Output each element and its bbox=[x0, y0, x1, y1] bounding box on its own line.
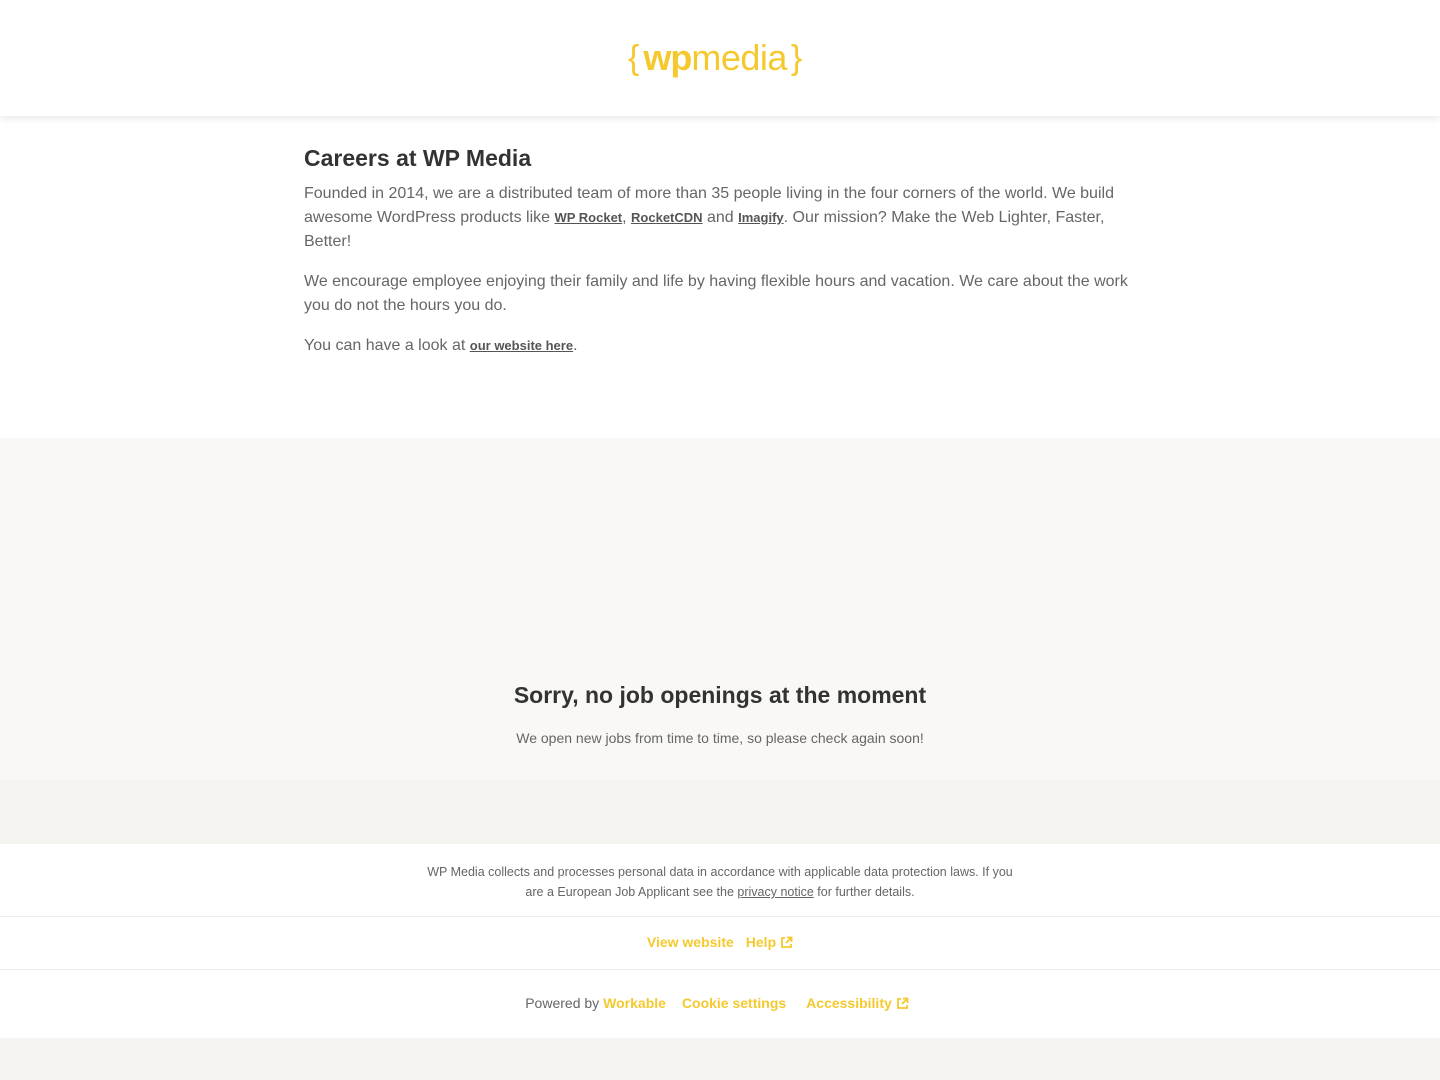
no-jobs-subtitle: We open new jobs from time to time, so p… bbox=[516, 730, 924, 746]
intro-paragraph-website: You can have a look at our website here. bbox=[304, 334, 1136, 358]
footer-divider-top bbox=[0, 916, 1440, 917]
help-link[interactable]: Help bbox=[746, 934, 793, 950]
imagify-link[interactable]: Imagify bbox=[738, 210, 784, 225]
intro-separator-comma: , bbox=[622, 209, 632, 226]
footer-divider-bottom bbox=[0, 969, 1440, 970]
intro-paragraph-founded: Founded in 2014, we are a distributed te… bbox=[304, 182, 1136, 254]
cookie-settings-link[interactable]: Cookie settings bbox=[682, 995, 786, 1011]
job-openings-section: Sorry, no job openings at the moment We … bbox=[0, 438, 1440, 780]
accessibility-link[interactable]: Accessibility bbox=[806, 995, 909, 1011]
intro-separator-and: and bbox=[702, 209, 739, 226]
footer-links-primary: View website Help bbox=[0, 934, 1440, 950]
our-website-link[interactable]: our website here bbox=[470, 338, 573, 353]
privacy-text-end: for further details. bbox=[813, 885, 915, 899]
wp-rocket-link[interactable]: WP Rocket bbox=[554, 210, 622, 225]
no-jobs-title: Sorry, no job openings at the moment bbox=[513, 682, 927, 708]
wp-media-logo[interactable]: { wp media } bbox=[628, 38, 802, 78]
page-header: { wp media } bbox=[0, 0, 1440, 116]
logo-wp-text: wp bbox=[643, 37, 692, 78]
logo-right-brace: } bbox=[790, 39, 803, 77]
page-bottom-band bbox=[0, 1038, 1440, 1080]
rocketcdn-link[interactable]: RocketCDN bbox=[631, 210, 703, 225]
privacy-statement: WP Media collects and processes personal… bbox=[420, 862, 1020, 902]
privacy-text: WP Media collects and processes personal… bbox=[427, 865, 1013, 899]
privacy-notice-link[interactable]: privacy notice bbox=[737, 885, 813, 899]
logo-left-brace: { bbox=[628, 39, 640, 77]
intro-content: Careers at WP Media Founded in 2014, we … bbox=[304, 144, 1136, 374]
powered-by-label: Powered by bbox=[525, 995, 600, 1011]
intro-p3-period: . bbox=[573, 337, 578, 354]
external-link-icon bbox=[781, 936, 793, 948]
view-website-link[interactable]: View website bbox=[647, 934, 734, 950]
page-footer: WP Media collects and processes personal… bbox=[0, 844, 1440, 1038]
company-intro-section: Careers at WP Media Founded in 2014, we … bbox=[0, 116, 1440, 438]
footer-links-secondary: Powered by Workable Cookie settings Accessi… bbox=[0, 995, 1440, 1011]
page-title: Careers at WP Media bbox=[304, 145, 532, 171]
intro-p3-text: You can have a look at bbox=[304, 337, 470, 354]
help-label: Help bbox=[745, 934, 777, 950]
section-spacer bbox=[0, 780, 1440, 844]
accessibility-label: Accessibility bbox=[806, 995, 892, 1011]
workable-link[interactable]: Workable bbox=[603, 995, 666, 1011]
external-link-icon bbox=[896, 997, 909, 1009]
logo-media-text: media bbox=[691, 37, 787, 78]
intro-paragraph-flexible: We encourage employee enjoying their fam… bbox=[304, 273, 1128, 314]
